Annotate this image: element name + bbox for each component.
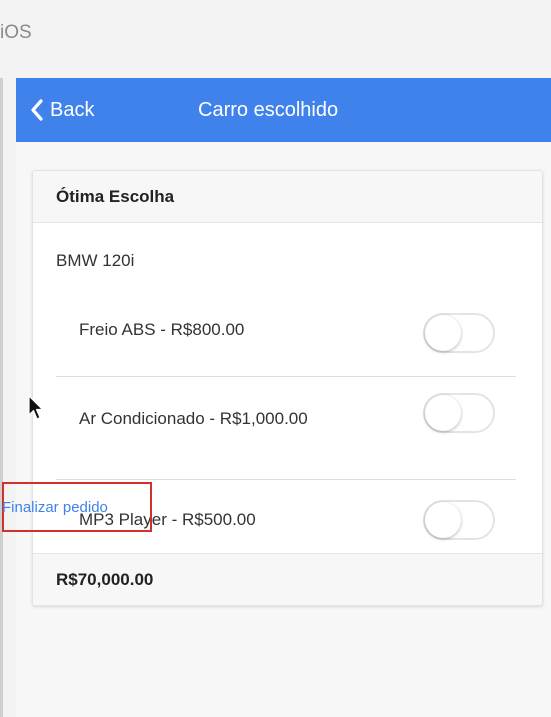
finish-order-link[interactable]: Finalizar pedido [2,482,152,532]
platform-label: iOS [0,22,32,43]
back-button-label: Back [50,98,95,121]
toggle-knob [425,395,461,431]
option-row-ac: Ar Condicionado - R$1,000.00 [56,377,516,480]
ac-toggle[interactable] [423,393,495,433]
toggle-knob [425,502,461,538]
toggle-knob [425,315,461,351]
card-header: Ótima Escolha [33,171,542,223]
option-label: Freio ABS - R$800.00 [79,320,245,339]
total-price: R$70,000.00 [33,553,542,605]
option-row-abs: Freio ABS - R$800.00 [56,278,516,377]
mouse-cursor-icon [28,395,44,426]
option-label: Ar Condicionado - R$1,000.00 [79,409,308,428]
navigation-bar: Back Carro escolhido [16,78,551,142]
window-edge [0,78,3,717]
car-name: BMW 120i [56,251,135,270]
chevron-left-icon [30,99,44,121]
back-button[interactable]: Back [30,78,94,142]
mp3-toggle[interactable] [423,500,495,540]
page-title: Carro escolhido [198,98,339,121]
abs-toggle[interactable] [423,313,495,353]
finish-order-label: Finalizar pedido [2,498,108,516]
car-summary-card: Ótima Escolha BMW 120i Freio ABS - R$800… [32,170,543,606]
content-area: Ótima Escolha BMW 120i Freio ABS - R$800… [16,142,551,717]
